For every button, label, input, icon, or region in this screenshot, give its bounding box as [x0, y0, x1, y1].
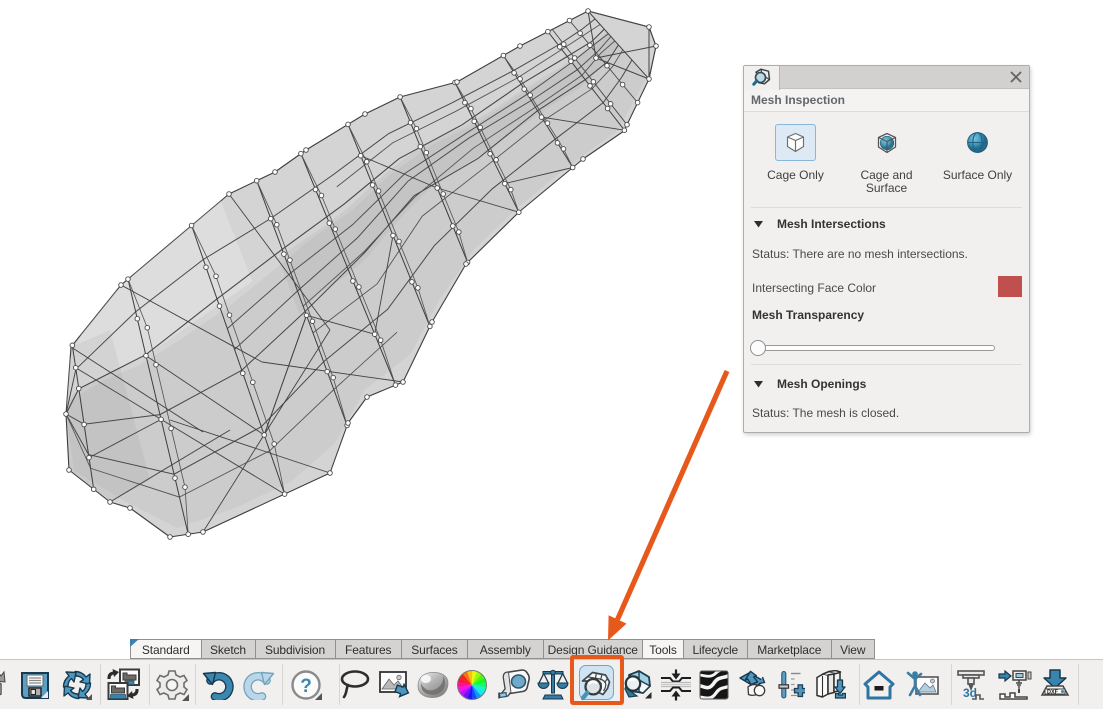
svg-text:3d: 3d [963, 686, 977, 700]
svg-text:?: ? [300, 676, 312, 697]
svg-text:DXF: DXF [1047, 689, 1059, 695]
